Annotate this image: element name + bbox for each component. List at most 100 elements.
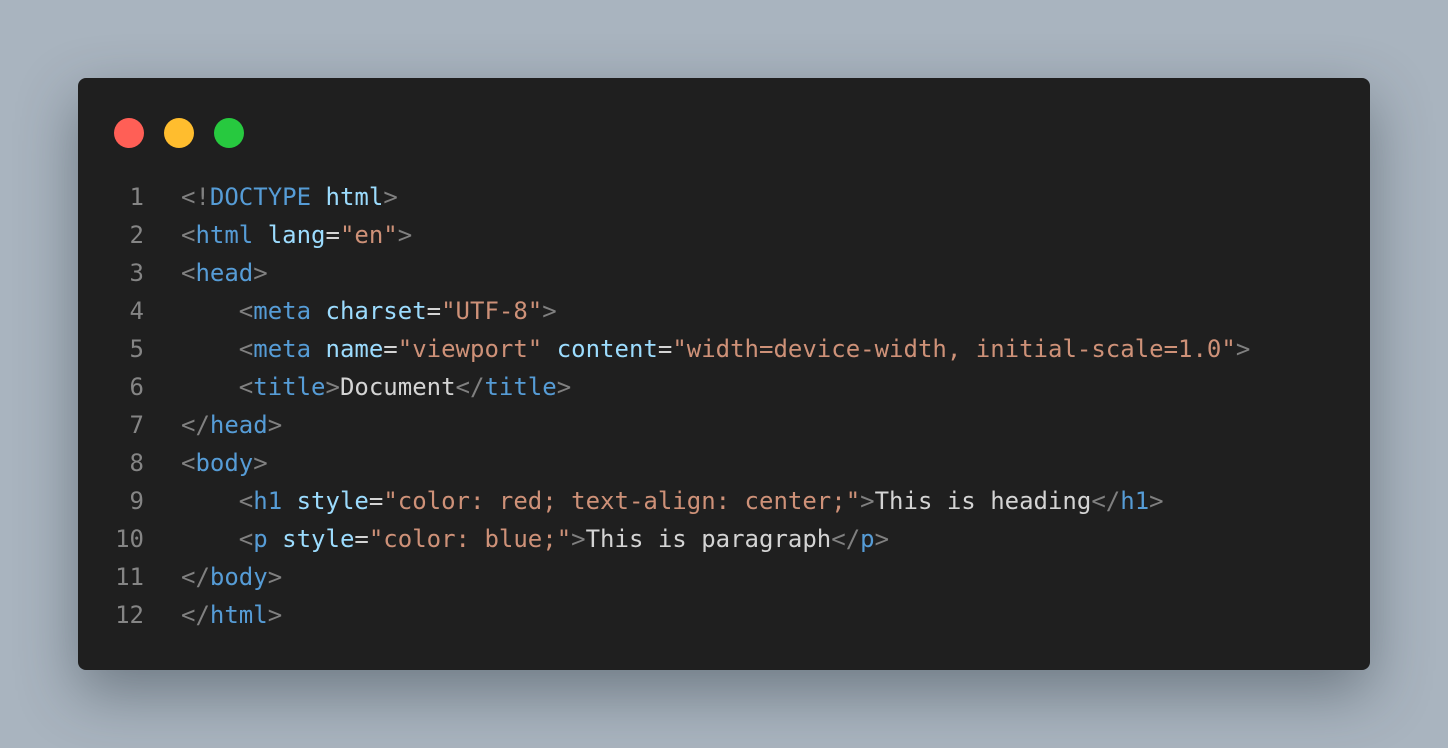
code-token-punct: > [1149,487,1164,515]
code-token-punct: > [267,601,283,629]
code-line: 12 </html> [78,596,1370,634]
code-token-attr: style [282,525,355,553]
code-token-punct: > [860,487,875,515]
code-token-punct: </ [181,601,210,629]
code-token-tag: p [860,525,875,553]
code-token-str: "en" [339,221,398,249]
close-dot-icon[interactable] [114,118,144,148]
code-line: 1 <!DOCTYPE html> [78,178,1370,216]
code-token-tag: DOCTYPE [209,183,312,211]
line-number: 11 [115,563,144,591]
code-token-tag: html [195,221,254,249]
code-text: <!DOCTYPE html> [181,178,398,216]
code-token-str: "viewport" [397,335,543,363]
code-token-attr: lang [267,221,326,249]
code-text: <meta charset="UTF-8"> [181,292,557,330]
code-token-punct: </ [181,563,210,591]
code-text: </body> [181,558,282,596]
code-token-punct: < [238,335,254,363]
line-number: 1 [129,183,144,211]
line-number: 12 [115,601,144,629]
code-text: <title>Document</title> [181,368,571,406]
code-token-tag: h1 [1120,487,1150,515]
code-token-tag: head [209,411,268,439]
code-token-str: "width=device-width, initial-scale=1.0" [672,335,1236,363]
code-token-tag: p [253,525,268,553]
code-token-tag: meta [253,335,312,363]
code-token-str: "UTF-8" [441,297,543,325]
code-token-tag: title [484,373,557,401]
code-token-attr: content [556,335,658,363]
code-text: <h1 style="color: red; text-align: cente… [181,482,1164,520]
code-token-tag: title [253,373,326,401]
line-number: 2 [129,221,144,249]
code-token-tag: meta [253,297,312,325]
code-token-punct: < [238,487,254,515]
code-token-attr: name [325,335,384,363]
code-token-punct: < [238,525,254,553]
code-line: 11 </body> [78,558,1370,596]
code-token-punct: < [181,221,196,249]
line-number: 10 [115,525,144,553]
code-token-punct: > [325,373,340,401]
code-token-punct: </ [831,525,861,553]
code-token-tag: body [209,563,268,591]
code-token-punct: </ [1091,487,1121,515]
code-token-punct: </ [455,373,485,401]
code-token-punct: > [397,221,413,249]
code-line: 2 <html lang="en"> [78,216,1370,254]
line-number: 7 [129,411,144,439]
code-token-text: = [657,335,673,363]
code-token-punct: > [571,525,586,553]
code-token-punct: > [267,411,283,439]
code-line: 8 <body> [78,444,1370,482]
code-token-punct: </ [181,411,210,439]
code-text: <head> [181,254,268,292]
code-token-str: "color: red; text-align: center;" [383,487,861,515]
code-token-punct: > [267,563,283,591]
code-line: 9 <h1 style="color: red; text-align: cen… [78,482,1370,520]
code-text: </head> [181,406,282,444]
minimize-dot-icon[interactable] [164,118,194,148]
code-token-punct: <! [181,183,210,211]
code-token-text: This is heading [874,487,1092,515]
code-token-text: This is paragraph [585,525,832,553]
code-token-punct: < [238,297,254,325]
code-token-punct: > [253,449,268,477]
code-token-text: = [383,335,398,363]
code-token-text: = [426,297,442,325]
code-token-punct: > [1235,335,1251,363]
code-text: <html lang="en"> [181,216,412,254]
code-token-tag: head [195,259,254,287]
code-token-punct: > [542,297,557,325]
code-token-punct: < [238,373,254,401]
line-number: 9 [129,487,144,515]
code-text: </html> [181,596,282,634]
line-number: 5 [129,335,144,363]
code-line: 7 </head> [78,406,1370,444]
code-text: <meta name="viewport" content="width=dev… [181,330,1251,368]
code-line: 10 <p style="color: blue;">This is parag… [78,520,1370,558]
code-token-tag: h1 [253,487,283,515]
code-token-punct: > [253,259,268,287]
maximize-dot-icon[interactable] [214,118,244,148]
code-token-tag: body [195,449,254,477]
code-token-text: Document [339,373,456,401]
code-token-text: = [354,525,369,553]
code-window: 1 <!DOCTYPE html> 2 <html lang="en"> 3 <head>… [78,78,1370,670]
line-number: 4 [129,297,144,325]
code-line: 3 <head> [78,254,1370,292]
line-number: 3 [129,259,144,287]
code-line: 5 <meta name="viewport" content="width=d… [78,330,1370,368]
